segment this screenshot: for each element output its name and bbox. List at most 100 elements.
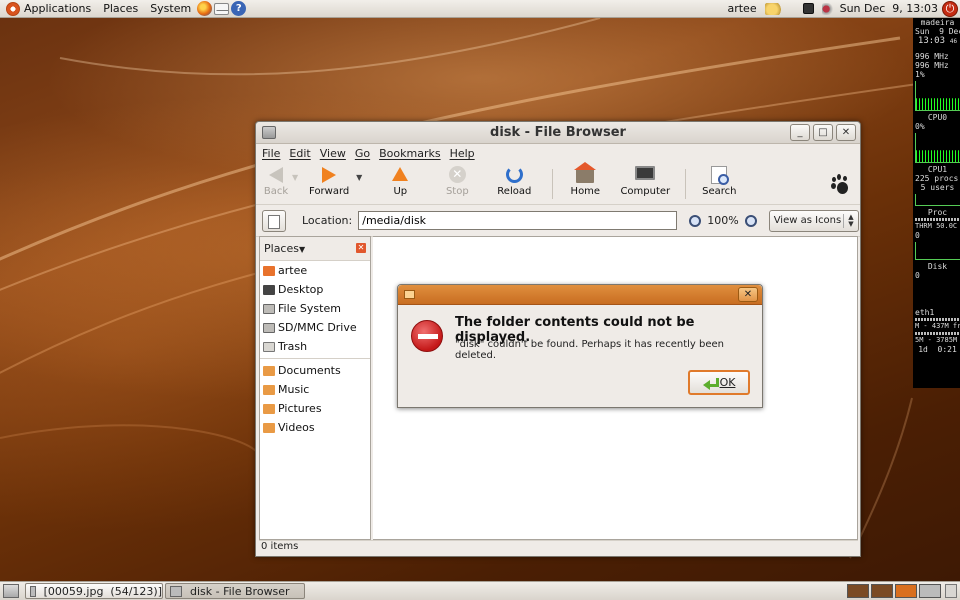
conky-procs: 225 procs [915, 174, 959, 183]
conky-mem: M - 437M fr [915, 322, 960, 330]
computer-label: Computer [620, 186, 671, 197]
stop-icon: ✕ [448, 166, 466, 183]
folder-icon [263, 365, 275, 376]
weather-icon[interactable] [764, 2, 785, 15]
workspace-4[interactable] [919, 584, 941, 598]
dialog-message: "disk" couldn't be found. Perhaps it has… [455, 339, 724, 361]
location-input[interactable] [358, 211, 678, 230]
sidebar-item-home[interactable]: artee [260, 261, 370, 280]
home-button[interactable]: Home [561, 162, 609, 197]
conky-proc-label: Proc [927, 208, 948, 217]
conky-uptime: 1d 0:21 [918, 345, 957, 354]
applications-menu[interactable]: Applications [24, 2, 91, 15]
reload-button[interactable]: Reload [484, 163, 544, 197]
computer-button[interactable]: Computer [613, 163, 677, 197]
sidebar-item-documents[interactable]: Documents [260, 361, 370, 380]
gnome-foot-icon [830, 174, 848, 194]
conky-cpu0-pct: 1% [915, 70, 925, 79]
network-icon[interactable] [802, 3, 814, 14]
sidebar-item-label: Trash [278, 340, 308, 353]
menu-go[interactable]: Go [355, 147, 370, 160]
sidebar-item-label: File System [278, 302, 341, 315]
mail-launcher-icon[interactable] [214, 2, 230, 15]
search-button[interactable]: Search [694, 163, 744, 197]
ok-button[interactable]: OK [688, 370, 750, 395]
power-icon[interactable]: ⏻ [942, 0, 958, 17]
sidebar-item-pictures[interactable]: Pictures [260, 399, 370, 418]
conky-net-label: eth1 [915, 308, 935, 317]
firefox-launcher-icon[interactable] [197, 1, 213, 16]
help-launcher-icon[interactable]: ? [231, 1, 247, 16]
sidebar-item-label: Videos [278, 421, 315, 434]
panel-clock[interactable]: Sun Dec 9, 13:03 [840, 2, 938, 15]
sidebar-item-sdmmc[interactable]: SD/MMC Drive [260, 318, 370, 337]
view-as-select[interactable]: View as Icons ▲ ▼ [768, 209, 859, 232]
error-icon [411, 320, 443, 352]
back-label: Back [263, 186, 289, 197]
workspace-1[interactable] [847, 584, 869, 598]
menu-help[interactable]: Help [450, 147, 475, 160]
trash-icon [263, 341, 275, 352]
sidebar-item-desktop[interactable]: Desktop [260, 280, 370, 299]
back-history-dropdown[interactable]: ▼ [292, 173, 298, 182]
menubar: File Edit View Go Bookmarks Help [256, 144, 860, 163]
conky-disk-zero1: 0 [915, 231, 920, 240]
conky-date: Sun 9 Dec [915, 27, 960, 36]
zoom-out-icon[interactable] [689, 214, 702, 227]
up-button[interactable]: Up [370, 163, 430, 197]
show-desktop-icon[interactable] [3, 584, 19, 598]
system-menu[interactable]: System [150, 2, 191, 15]
sidebar-header: Places▼ ✕ [260, 237, 370, 261]
back-button[interactable]: Back [260, 163, 292, 197]
stop-button[interactable]: ✕ Stop [430, 163, 484, 197]
sidebar-item-videos[interactable]: Videos [260, 418, 370, 437]
trash-applet-icon[interactable] [945, 584, 957, 598]
sidebar-item-label: Pictures [278, 402, 322, 415]
zoom-in-icon[interactable] [744, 214, 757, 227]
zoom-level[interactable]: 100% [707, 214, 738, 227]
task-label: disk - File Browser [190, 584, 290, 598]
taskbar-item-image-viewer[interactable]: [00059.jpg (54/123)] [25, 583, 163, 599]
places-menu[interactable]: Places [103, 2, 138, 15]
minimize-button[interactable]: _ [790, 124, 810, 141]
desktop-icon [263, 284, 275, 295]
conky-time: 13:03 [917, 36, 946, 46]
conky-freq2: 996 MHz [915, 61, 949, 70]
taskbar-item-file-browser[interactable]: disk - File Browser [165, 583, 305, 599]
panel-username[interactable]: artee [727, 2, 756, 15]
task-label: [00059.jpg (54/123)] [43, 584, 162, 598]
sidebar-item-filesystem[interactable]: File System [260, 299, 370, 318]
menu-view[interactable]: View [320, 147, 346, 160]
dialog-close-button[interactable]: ✕ [738, 287, 758, 302]
toggle-location-edit-button[interactable] [262, 209, 286, 232]
window-titlebar[interactable]: disk - File Browser _ □ ✕ [256, 122, 860, 144]
conky-swap: 5M - 3785M [915, 336, 958, 344]
chevron-down-icon: ▼ [298, 245, 306, 254]
location-bar: Location: 100% View as Icons ▲▼ [256, 205, 860, 237]
close-sidebar-icon[interactable]: ✕ [356, 243, 366, 253]
forward-label: Forward [309, 186, 350, 197]
sidebar-item-label: SD/MMC Drive [278, 321, 357, 334]
sidebar-item-music[interactable]: Music [260, 380, 370, 399]
home-label: Home [570, 186, 601, 197]
ubuntu-logo-icon[interactable] [6, 1, 20, 16]
maximize-button[interactable]: □ [813, 124, 833, 141]
workspace-3[interactable] [895, 584, 917, 598]
menu-file[interactable]: File [262, 147, 280, 160]
menu-edit[interactable]: Edit [289, 147, 310, 160]
up-label: Up [393, 186, 408, 197]
volume-icon[interactable] [821, 2, 836, 15]
sidebar-item-trash[interactable]: Trash [260, 337, 370, 356]
computer-icon [635, 166, 656, 180]
conky-host: madeira [920, 18, 955, 27]
forward-history-dropdown[interactable]: ▼ [356, 173, 362, 182]
places-dropdown[interactable]: Places▼ [264, 242, 305, 255]
dialog-titlebar[interactable]: ✕ [398, 285, 762, 305]
workspace-2[interactable] [871, 584, 893, 598]
close-button[interactable]: ✕ [836, 124, 856, 141]
net-graph [915, 282, 960, 306]
forward-button[interactable]: Forward [302, 163, 356, 197]
swap-bar [915, 332, 960, 335]
menu-bookmarks[interactable]: Bookmarks [379, 147, 440, 160]
toolbar: Back ▼ Forward ▼ Up ✕ Stop Reload Home C… [256, 162, 860, 205]
